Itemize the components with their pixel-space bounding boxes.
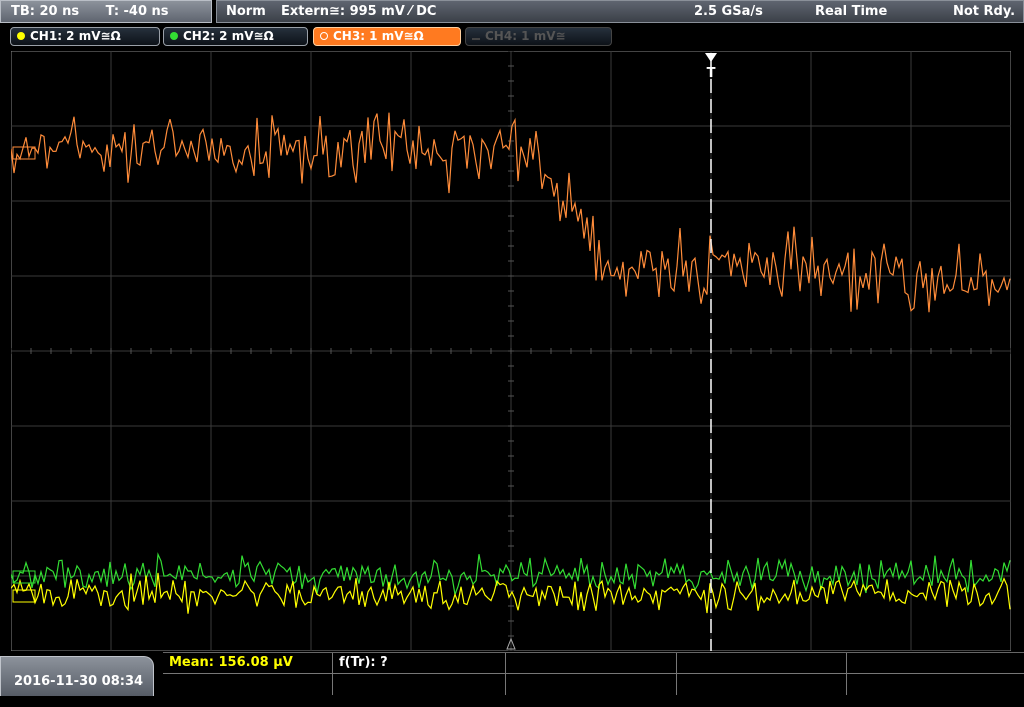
tab-ch3[interactable]: CH3: 1 mV≅Ω xyxy=(313,27,461,46)
datetime-tab[interactable]: 2016-11-30 08:34 xyxy=(0,656,154,696)
timebase-label: TB: 20 ns xyxy=(11,4,80,19)
ch2-label: CH2: 2 mV≅Ω xyxy=(183,29,274,43)
bottom-bar: 2016-11-30 08:34 Mean: 156.08 µV f(Tr): … xyxy=(0,652,1024,696)
measurement-slot-9 xyxy=(677,673,847,695)
acquisition-status-bar[interactable]: Norm Extern≅: 995 mV ⁄ DC 2.5 GSa/s Real… xyxy=(216,0,1024,23)
run-status-label: Not Rdy. xyxy=(953,4,1016,19)
measurement-slot-5 xyxy=(847,653,1024,673)
ch3-indicator-icon xyxy=(320,32,328,40)
channel-tab-row: CH1: 2 mV≅Ω CH2: 2 mV≅Ω CH3: 1 mV≅Ω CH4:… xyxy=(0,24,1024,48)
timebase-box[interactable]: TB: 20 ns T: -40 ns xyxy=(0,0,212,23)
measurement-slot-3 xyxy=(506,653,677,673)
waveform-display[interactable]: T xyxy=(11,51,1011,651)
trigger-mode-label: Norm xyxy=(226,4,266,19)
measurement-slot-6 xyxy=(163,673,333,695)
acquisition-mode-label: Real Time xyxy=(815,4,888,19)
ch1-label: CH1: 2 mV≅Ω xyxy=(30,29,121,43)
tab-ch2[interactable]: CH2: 2 mV≅Ω xyxy=(163,27,308,46)
trigger-time-label: T: -40 ns xyxy=(105,4,169,19)
frequency-measurement: f(Tr): ? xyxy=(333,653,506,673)
measurement-slot-8 xyxy=(506,673,677,695)
sample-rate-label: 2.5 GSa/s xyxy=(694,4,763,19)
measurement-slot-4 xyxy=(677,653,847,673)
tab-ch4[interactable]: CH4: 1 mV≅ xyxy=(465,27,612,46)
ch3-label: CH3: 1 mV≅Ω xyxy=(333,29,424,43)
ch4-label: CH4: 1 mV≅ xyxy=(485,29,566,43)
ch1-indicator-icon xyxy=(17,32,25,40)
ch2-indicator-icon xyxy=(170,32,178,40)
measurement-slot-10 xyxy=(847,673,1024,695)
datetime-label: 2016-11-30 08:34 xyxy=(14,674,144,689)
tab-ch1[interactable]: CH1: 2 mV≅Ω xyxy=(10,27,160,46)
ch4-indicator-icon xyxy=(472,38,480,40)
measurement-panel[interactable]: Mean: 156.08 µV f(Tr): ? xyxy=(163,652,1024,695)
measurement-slot-7 xyxy=(333,673,506,695)
mean-measurement: Mean: 156.08 µV xyxy=(163,653,333,673)
top-bar: TB: 20 ns T: -40 ns Norm Extern≅: 995 mV… xyxy=(0,0,1024,24)
trigger-source-label: Extern≅: 995 mV ⁄ DC xyxy=(281,4,437,19)
trigger-marker-label: T xyxy=(707,66,716,81)
